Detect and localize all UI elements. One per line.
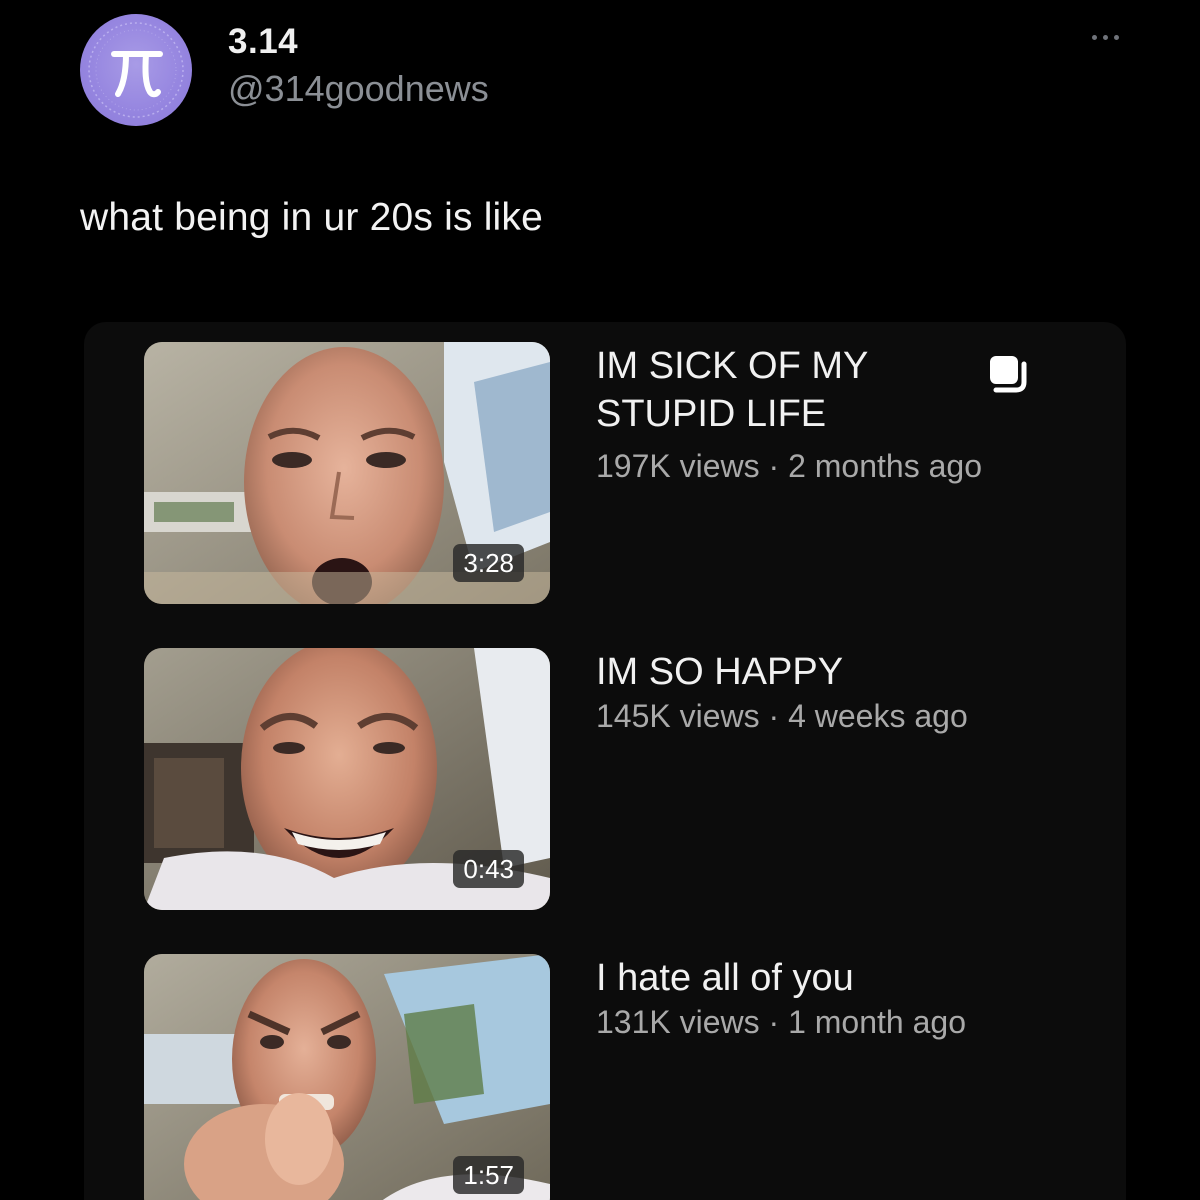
avatar[interactable] bbox=[80, 14, 192, 126]
media-card[interactable]: 3:28 IM SICK OF MY STUPID LIFE 197K view… bbox=[84, 322, 1126, 1200]
video-item[interactable]: 3:28 IM SICK OF MY STUPID LIFE 197K view… bbox=[84, 322, 1126, 604]
video-item[interactable]: 1:57 I hate all of you 131K views · 1 mo… bbox=[84, 934, 1126, 1200]
tweet-header: 3.14 @314goodnews bbox=[80, 14, 1140, 126]
video-views: 145K views bbox=[596, 698, 760, 734]
video-title[interactable]: IM SICK OF MY STUPID LIFE bbox=[596, 342, 936, 438]
video-meta: 145K views · 4 weeks ago bbox=[596, 698, 968, 735]
video-thumbnail[interactable]: 1:57 bbox=[144, 954, 550, 1200]
video-duration: 3:28 bbox=[453, 544, 524, 582]
video-item[interactable]: 0:43 IM SO HAPPY 145K views · 4 weeks ag… bbox=[84, 628, 1126, 910]
video-meta: 131K views · 1 month ago bbox=[596, 1004, 966, 1041]
more-dot bbox=[1091, 34, 1097, 40]
video-views: 131K views bbox=[596, 1004, 760, 1040]
video-title-line: IM SO HAPPY bbox=[596, 651, 844, 693]
video-duration: 1:57 bbox=[453, 1156, 524, 1194]
add-to-queue-icon[interactable] bbox=[984, 352, 1028, 396]
video-thumbnail[interactable]: 0:43 bbox=[144, 648, 550, 910]
video-age: 4 weeks ago bbox=[788, 698, 968, 734]
video-duration: 0:43 bbox=[453, 850, 524, 888]
meta-separator: · bbox=[759, 1004, 789, 1040]
video-title[interactable]: I hate all of you bbox=[596, 954, 936, 1002]
video-title[interactable]: IM SO HAPPY bbox=[596, 648, 936, 696]
video-age: 1 month ago bbox=[788, 1004, 966, 1040]
video-thumbnail[interactable]: 3:28 bbox=[144, 342, 550, 604]
pi-symbol-icon bbox=[88, 22, 184, 118]
meta-separator: · bbox=[759, 698, 789, 734]
video-age: 2 months ago bbox=[788, 448, 982, 484]
meta-separator: · bbox=[759, 448, 789, 484]
video-title-line: STUPID LIFE bbox=[596, 393, 827, 435]
author-handle[interactable]: @314goodnews bbox=[228, 68, 489, 110]
more-dot bbox=[1113, 34, 1119, 40]
video-title-line: IM SICK OF MY bbox=[596, 345, 869, 387]
video-title-line: I hate all of you bbox=[596, 957, 854, 999]
video-meta: 197K views · 2 months ago bbox=[596, 448, 982, 485]
author-name[interactable]: 3.14 bbox=[228, 22, 298, 62]
more-horizontal-icon[interactable] bbox=[1080, 22, 1130, 52]
more-dot bbox=[1102, 34, 1108, 40]
video-views: 197K views bbox=[596, 448, 760, 484]
tweet-text: what being in ur 20s is like bbox=[80, 196, 544, 239]
